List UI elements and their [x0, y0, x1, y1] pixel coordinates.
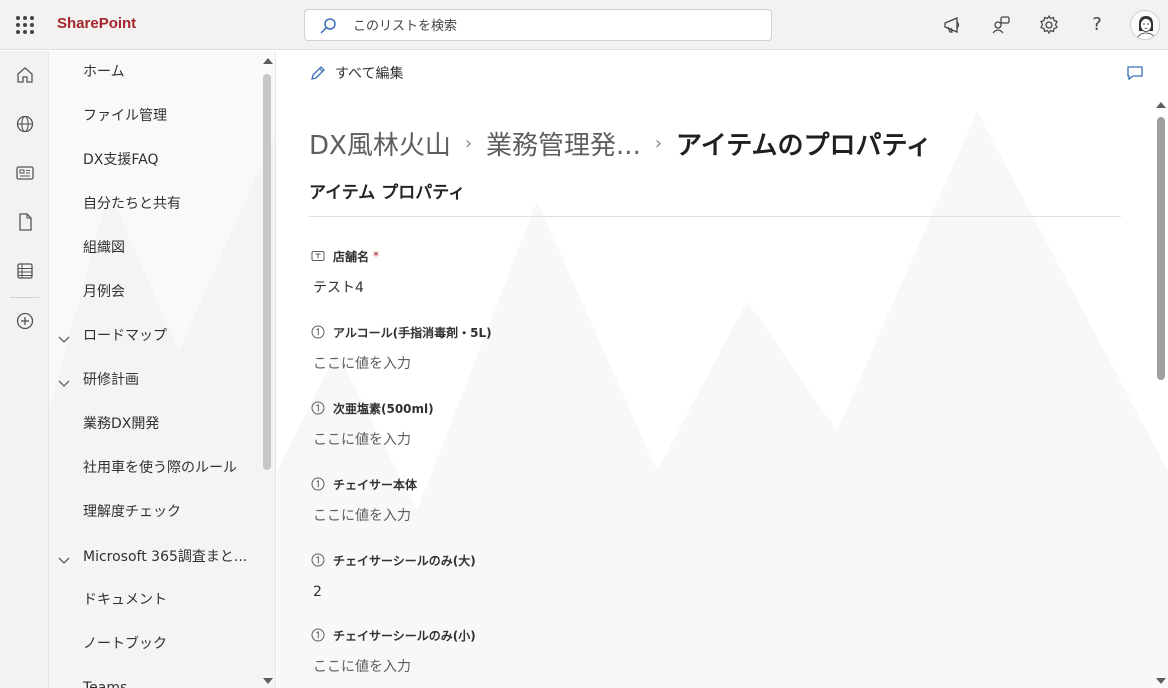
- gear-icon[interactable]: [1037, 13, 1061, 37]
- nav-item-comprehension-check[interactable]: 理解度チェック: [83, 501, 263, 523]
- breadcrumb-separator: ›: [464, 132, 473, 154]
- field-value[interactable]: 2: [311, 581, 1011, 603]
- field-label: チェイサー本体: [311, 475, 1011, 493]
- nav-item-dx-faq[interactable]: DX支援FAQ: [83, 149, 263, 171]
- field-hypochlorite: 次亜塩素(500ml) ここに値を入力: [311, 399, 1011, 451]
- number-field-icon: [311, 477, 325, 491]
- home-icon[interactable]: [13, 63, 37, 87]
- section-title: アイテム プロパティ: [309, 183, 466, 203]
- nav-scrollbar[interactable]: [263, 74, 271, 470]
- add-icon[interactable]: [13, 309, 37, 333]
- breadcrumb-list[interactable]: 業務管理発...: [486, 125, 641, 162]
- breadcrumb-separator: ›: [654, 132, 663, 154]
- field-label-text: チェイサーシールのみ(大): [333, 553, 476, 568]
- scroll-down-icon[interactable]: [263, 677, 273, 685]
- nav-item-documents[interactable]: ドキュメント: [83, 589, 263, 611]
- number-field-icon: [311, 325, 325, 339]
- field-value[interactable]: ここに値を入力: [311, 656, 1011, 678]
- app-name[interactable]: SharePoint: [57, 15, 136, 32]
- rail-divider: [10, 297, 39, 298]
- edit-all-button[interactable]: すべて編集: [309, 63, 403, 83]
- scroll-down-icon[interactable]: [1156, 677, 1166, 685]
- globe-icon[interactable]: [13, 112, 37, 136]
- nav-item-training-plan[interactable]: 研修計画: [83, 369, 263, 391]
- field-label-text: チェイサー本体: [333, 477, 418, 492]
- divider: [309, 216, 1121, 217]
- field-label: 次亜塩素(500ml): [311, 399, 1011, 417]
- suite-header: SharePoint ?: [0, 0, 1168, 50]
- chevron-down-icon[interactable]: [57, 332, 71, 346]
- nav-item-shared-with-us[interactable]: 自分たちと共有: [83, 193, 263, 215]
- help-icon[interactable]: ?: [1085, 13, 1109, 37]
- nav-item-notebook[interactable]: ノートブック: [83, 633, 263, 655]
- avatar[interactable]: [1130, 10, 1160, 40]
- search-input[interactable]: [353, 15, 753, 37]
- breadcrumb: DX風林火山 › 業務管理発... › アイテムのプロパティ: [309, 123, 932, 163]
- field-chaser-body: チェイサー本体 ここに値を入力: [311, 475, 1011, 527]
- nav-item-roadmap[interactable]: ロードマップ: [83, 325, 263, 347]
- field-label: チェイサーシールのみ(大): [311, 551, 1011, 569]
- list-icon[interactable]: [13, 259, 37, 283]
- field-label-text: 次亜塩素(500ml): [333, 401, 434, 416]
- required-marker: *: [373, 249, 380, 263]
- field-value[interactable]: ここに値を入力: [311, 505, 1011, 527]
- search-icon: [320, 18, 336, 34]
- field-chaser-seal-large: チェイサーシールのみ(大) 2: [311, 551, 1011, 603]
- nav-item-org-chart[interactable]: 組織図: [83, 237, 263, 259]
- field-value[interactable]: ここに値を入力: [311, 353, 1011, 375]
- chevron-down-icon[interactable]: [57, 553, 71, 567]
- chevron-down-icon[interactable]: [57, 376, 71, 390]
- number-field-icon: [311, 628, 325, 642]
- field-value[interactable]: テスト4: [311, 277, 1011, 299]
- field-store-name: 店舗名 * テスト4: [311, 247, 1011, 299]
- main-scrollbar[interactable]: [1157, 117, 1165, 380]
- item-properties-panel: すべて編集 DX風林火山 › 業務管理発... › アイテムのプロパティ アイテ…: [277, 51, 1168, 688]
- field-value[interactable]: ここに値を入力: [311, 429, 1011, 451]
- number-field-icon: [311, 401, 325, 415]
- user-avatar-icon: [1131, 11, 1159, 39]
- edit-all-label: すべて編集: [335, 66, 404, 82]
- comment-icon[interactable]: [1126, 64, 1144, 82]
- number-field-icon: [311, 553, 325, 567]
- search-box[interactable]: [304, 9, 772, 41]
- pencil-icon: [311, 66, 325, 80]
- news-icon[interactable]: [13, 161, 37, 185]
- breadcrumb-site[interactable]: DX風林火山: [309, 125, 451, 162]
- nav-item-business-dx[interactable]: 業務DX開発: [83, 413, 263, 435]
- field-label-text: アルコール(手指消毒剤・5L): [333, 325, 492, 340]
- breadcrumb-current: アイテムのプロパティ: [676, 130, 932, 161]
- field-chaser-seal-small: チェイサーシールのみ(小) ここに値を入力: [311, 626, 1011, 678]
- people-connect-icon[interactable]: [989, 13, 1013, 37]
- app-bar: [0, 51, 49, 688]
- nav-item-monthly-meeting[interactable]: 月例会: [83, 281, 263, 303]
- field-label: チェイサーシールのみ(小): [311, 626, 1011, 644]
- site-navigation: ホーム ファイル管理 DX支援FAQ 自分たちと共有 組織図 月例会 ロードマッ…: [49, 51, 276, 688]
- nav-item-company-car-rules[interactable]: 社用車を使う際のルール: [83, 457, 263, 479]
- field-alcohol: アルコール(手指消毒剤・5L) ここに値を入力: [311, 323, 1011, 375]
- scroll-up-icon[interactable]: [263, 57, 273, 65]
- nav-item-teams[interactable]: Teams: [83, 677, 263, 688]
- scroll-up-icon[interactable]: [1156, 101, 1166, 109]
- field-label: アルコール(手指消毒剤・5L): [311, 323, 1011, 341]
- nav-item-home[interactable]: ホーム: [83, 61, 263, 83]
- field-label-text: チェイサーシールのみ(小): [333, 628, 476, 643]
- file-icon[interactable]: [13, 210, 37, 234]
- text-field-icon: [311, 251, 325, 261]
- megaphone-icon[interactable]: [941, 13, 965, 37]
- field-label: 店舗名 *: [311, 247, 1011, 265]
- app-launcher-icon[interactable]: [14, 14, 36, 36]
- nav-item-m365-research[interactable]: Microsoft 365調査まと...: [83, 546, 263, 568]
- field-label-text: 店舗名: [333, 249, 370, 264]
- nav-item-file-management[interactable]: ファイル管理: [83, 105, 263, 127]
